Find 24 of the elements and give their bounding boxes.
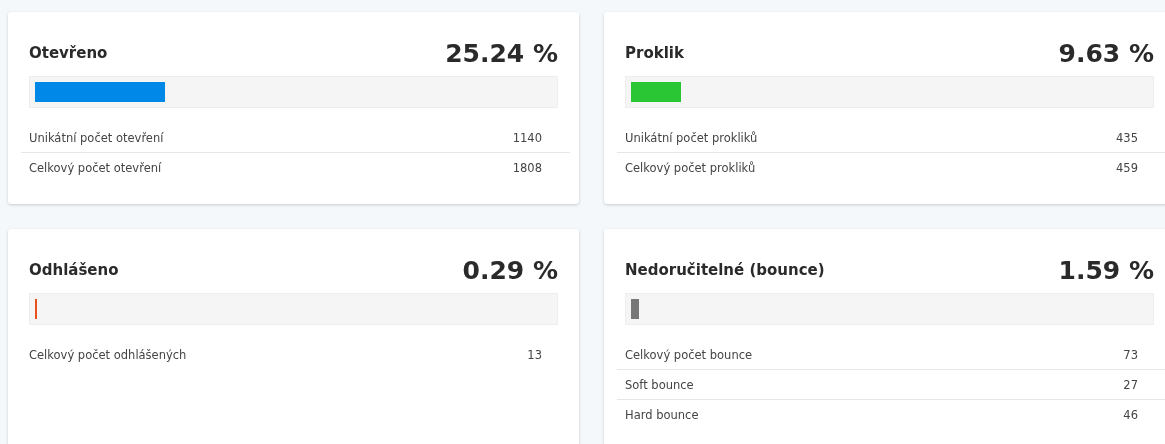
stat-label: Unikátní počet otevření bbox=[29, 130, 164, 145]
stat-value: 435 bbox=[1116, 130, 1138, 145]
stat-value: 73 bbox=[1123, 347, 1138, 362]
card-title: Odhlášeno bbox=[29, 261, 119, 279]
card-title: Proklik bbox=[625, 44, 684, 62]
stat-label: Hard bounce bbox=[625, 407, 699, 422]
percent-value: 9.63 % bbox=[1058, 38, 1154, 68]
stat-label: Celkový počet bounce bbox=[625, 347, 753, 362]
stat-label: Soft bounce bbox=[625, 377, 694, 392]
percent-value: 0.29 % bbox=[462, 255, 558, 285]
card-title: Nedoručitelné (bounce) bbox=[625, 261, 825, 279]
card-title: Otevřeno bbox=[29, 44, 108, 62]
stat-label: Celkový počet odhlášených bbox=[29, 347, 187, 362]
stat-value: 1808 bbox=[512, 160, 542, 175]
stat-label: Celkový počet otevření bbox=[29, 160, 162, 175]
stat-label: Unikátní počet prokliků bbox=[625, 130, 758, 145]
stat-value: 13 bbox=[527, 347, 542, 362]
stat-value: 46 bbox=[1123, 407, 1138, 422]
stat-value: 27 bbox=[1123, 377, 1138, 392]
stat-value: 459 bbox=[1116, 160, 1138, 175]
percent-value: 25.24 % bbox=[445, 38, 558, 68]
percent-value: 1.59 % bbox=[1058, 255, 1154, 285]
stat-label: Celkový počet prokliků bbox=[625, 160, 756, 175]
stat-value: 1140 bbox=[512, 130, 542, 145]
